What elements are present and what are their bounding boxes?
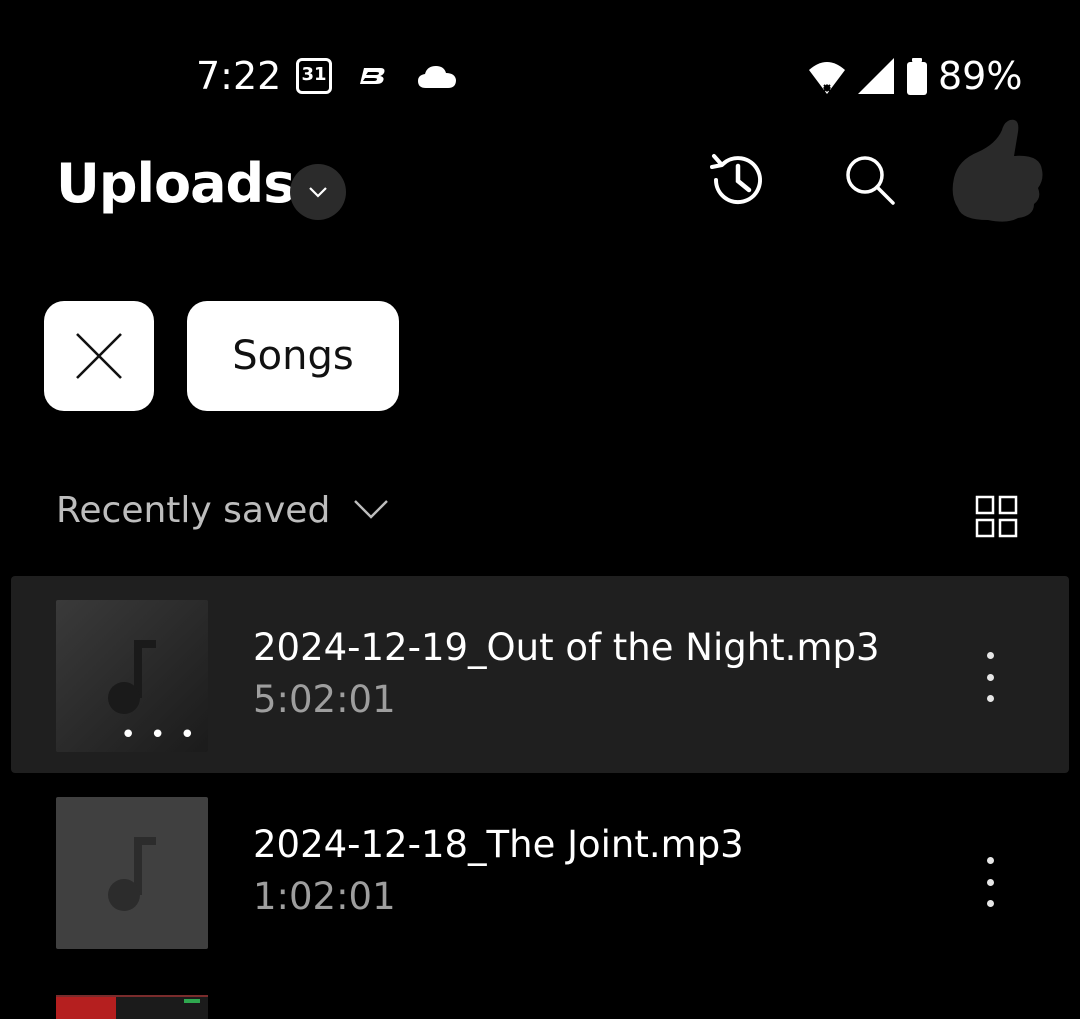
history-icon[interactable] <box>708 150 768 210</box>
song-duration: 5:02:01 <box>253 678 396 721</box>
song-title: 2024-12-18_The Joint.mp3 <box>253 823 744 866</box>
clear-filter-button[interactable] <box>44 301 154 411</box>
chevron-down-icon <box>309 187 327 198</box>
calendar-icon: 31 <box>296 58 332 94</box>
sort-label[interactable]: Recently saved <box>56 490 330 531</box>
song-duration: 1:02:01 <box>253 875 396 918</box>
page-title[interactable]: Uploads <box>56 152 295 215</box>
signal-icon <box>858 58 894 94</box>
close-icon <box>76 333 122 379</box>
search-icon[interactable] <box>842 152 898 208</box>
chevron-down-icon[interactable] <box>352 496 390 524</box>
cloud-icon <box>418 66 456 88</box>
wifi-icon <box>809 62 845 94</box>
battery-icon <box>907 58 927 95</box>
songs-filter-chip[interactable]: Songs <box>187 301 399 411</box>
song-thumbnail-partial[interactable] <box>56 995 208 1019</box>
avatar[interactable] <box>948 116 1048 226</box>
music-note-icon <box>108 640 156 714</box>
song-title: 2024-12-19_Out of the Night.mp3 <box>253 626 880 669</box>
title-dropdown-button[interactable] <box>290 164 346 220</box>
uploads-screen: 7:22 31 89% Uploads Songs Recently saved… <box>0 0 1080 1019</box>
status-bar: 7:22 31 89% <box>0 0 1080 150</box>
status-time: 7:22 <box>196 54 282 98</box>
more-dots-icon: • • • <box>120 720 198 750</box>
more-options-icon[interactable] <box>975 857 1005 907</box>
song-row[interactable]: • • • 2024-12-19_Out of the Night.mp3 5:… <box>11 576 1069 773</box>
b-app-icon <box>356 68 385 84</box>
calendar-day: 31 <box>301 64 327 85</box>
grid-view-icon[interactable] <box>975 495 1019 539</box>
song-thumbnail: • • • <box>56 600 208 752</box>
song-row[interactable]: 2024-12-18_The Joint.mp3 1:02:01 <box>11 773 1069 970</box>
battery-percent: 89% <box>938 54 1023 98</box>
music-note-icon <box>108 837 156 911</box>
more-options-icon[interactable] <box>975 652 1005 702</box>
song-thumbnail <box>56 797 208 949</box>
